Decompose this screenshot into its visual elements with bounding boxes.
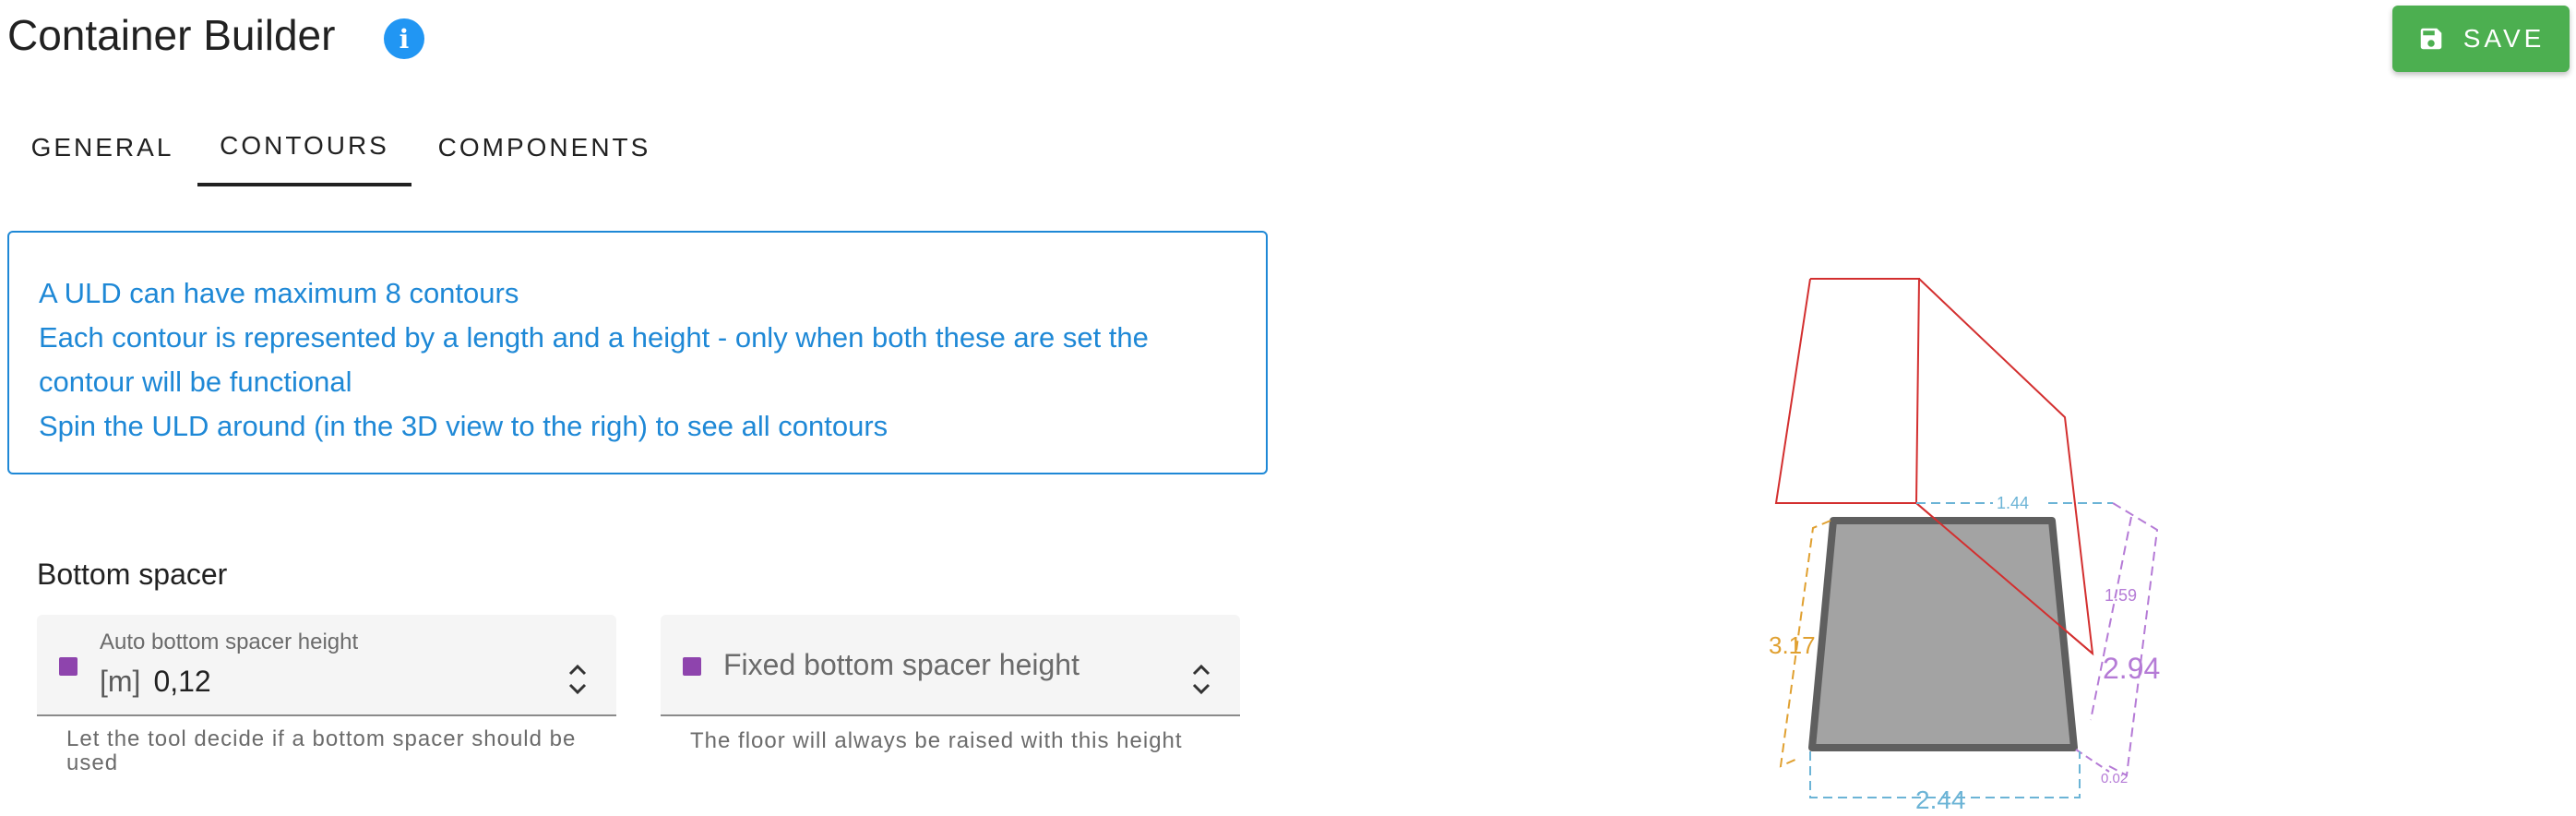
number-stepper-icon[interactable]	[566, 661, 589, 698]
dimension-label-top: 1.44	[1997, 494, 2029, 512]
bottom-spacer-heading: Bottom spacer	[37, 558, 228, 591]
auto-bottom-spacer-value[interactable]: 0,12	[153, 665, 210, 698]
dimension-line	[2108, 502, 2159, 777]
container-body	[1808, 517, 2078, 751]
floppy-disk-icon	[2420, 28, 2441, 50]
auto-bottom-spacer-checkbox[interactable]	[59, 657, 78, 676]
dimension-label-small: 1.59	[2105, 586, 2137, 605]
dimension-label-right: 2.94	[2103, 652, 2160, 685]
info-icon[interactable]: i	[384, 18, 424, 59]
tab-components[interactable]: COMPONENTS	[411, 109, 677, 186]
save-label: SAVE	[2463, 24, 2546, 53]
auto-bottom-spacer-field[interactable]: Auto bottom spacer height [m] 0,12	[37, 615, 616, 716]
tab-contours[interactable]: CONTOURS	[197, 109, 411, 186]
number-stepper-icon[interactable]	[1190, 661, 1212, 698]
info-line: Each contour is represented by a length …	[39, 321, 1149, 354]
contour-outline	[1774, 278, 1921, 504]
dimension-line	[2075, 749, 2110, 773]
uld-3d-view[interactable]: 1.44 3.17 1.59 2.94 0.02 2.44	[1735, 258, 2177, 816]
save-button[interactable]: SAVE	[2392, 6, 2570, 72]
dimension-label-left: 3.17	[1769, 631, 1816, 659]
auto-bottom-spacer-helper: Let the tool decide if a bottom spacer s…	[66, 726, 577, 775]
dimension-label-bottom: 2.44	[1915, 786, 1966, 814]
auto-bottom-spacer-input[interactable]: [m] 0,12	[100, 665, 211, 699]
info-line: Spin the ULD around (in the 3D view to t…	[39, 410, 888, 442]
unit-prefix: [m]	[100, 665, 141, 698]
info-panel: A ULD can have maximum 8 contours Each c…	[7, 231, 1268, 474]
dimension-label-offset: 0.02	[2101, 771, 2128, 786]
info-line: contour will be functional	[39, 366, 352, 398]
dimension-line	[2090, 516, 2132, 721]
fixed-bottom-spacer-checkbox[interactable]	[683, 657, 701, 676]
fixed-bottom-spacer-helper: The floor will always be raised with thi…	[690, 728, 1183, 753]
page-title: Container Builder	[7, 11, 336, 59]
info-line: A ULD can have maximum 8 contours	[39, 277, 519, 309]
fixed-bottom-spacer-placeholder[interactable]: Fixed bottom spacer height	[723, 648, 1079, 682]
tab-general[interactable]: GENERAL	[7, 109, 197, 186]
auto-bottom-spacer-label: Auto bottom spacer height	[100, 630, 359, 654]
fixed-bottom-spacer-field[interactable]: Fixed bottom spacer height	[661, 615, 1240, 716]
